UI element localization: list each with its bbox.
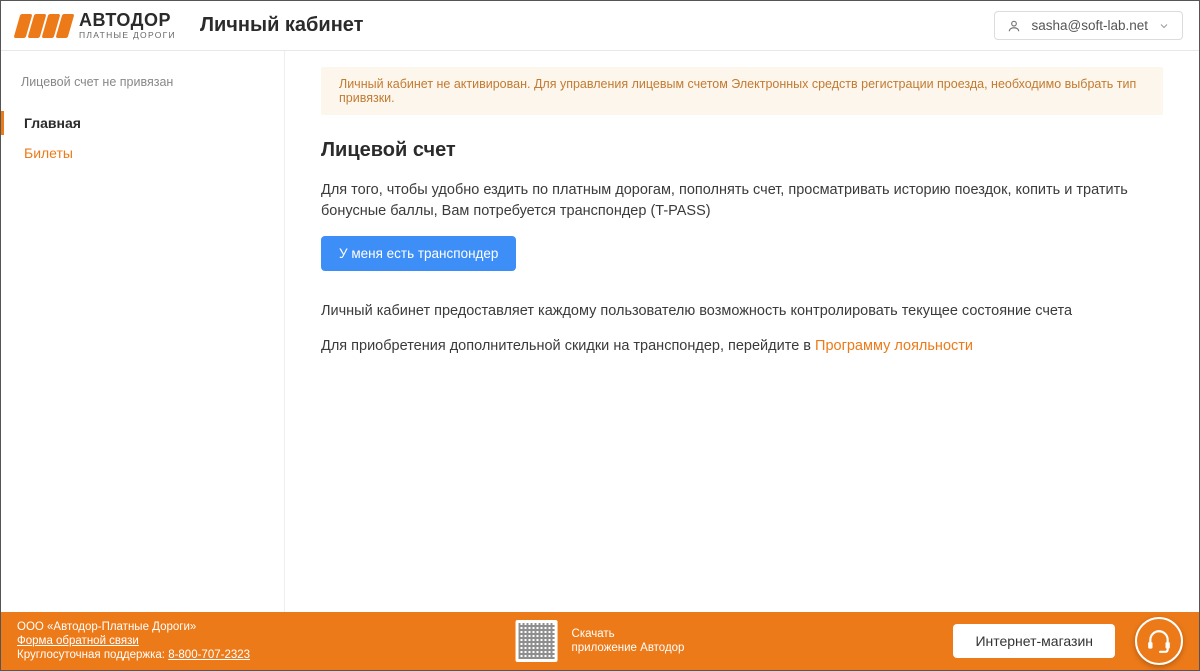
download-label: Скачать xyxy=(572,628,685,640)
nav-item-main[interactable]: Главная xyxy=(1,111,284,135)
nav-item-tickets[interactable]: Билеты xyxy=(1,141,284,165)
info-paragraph: Личный кабинет предоставляет каждому пол… xyxy=(285,301,1199,336)
logo-subtitle: ПЛАТНЫЕ ДОРОГИ xyxy=(79,31,176,40)
sidebar: Лицевой счет не привязан Главная Билеты xyxy=(1,51,285,612)
user-menu[interactable]: sasha@soft-lab.net xyxy=(994,11,1183,40)
have-transponder-button[interactable]: У меня есть транспондер xyxy=(321,236,516,271)
footer-company: ООО «Автодор-Платные Дороги» xyxy=(17,621,250,633)
intro-text: Для того, чтобы удобно ездить по платным… xyxy=(285,180,1199,236)
footer-middle: Скачать приложение Автодор xyxy=(516,620,685,662)
feedback-link[interactable]: Форма обратной связи xyxy=(17,635,250,647)
body: Лицевой счет не привязан Главная Билеты … xyxy=(1,51,1199,612)
activation-alert: Личный кабинет не активирован. Для управ… xyxy=(321,67,1163,115)
footer-right: Интернет-магазин xyxy=(953,617,1183,665)
chevron-down-icon xyxy=(1158,20,1170,32)
logo-stripes-icon xyxy=(17,14,71,38)
logo[interactable]: АВТОДОР ПЛАТНЫЕ ДОРОГИ xyxy=(17,11,176,40)
loyalty-link[interactable]: Программу лояльности xyxy=(815,338,973,354)
content: Личный кабинет не активирован. Для управ… xyxy=(285,51,1199,612)
header: АВТОДОР ПЛАТНЫЕ ДОРОГИ Личный кабинет sa… xyxy=(1,1,1199,51)
nav-item-label: Главная xyxy=(24,115,81,131)
footer-left: ООО «Автодор-Платные Дороги» Форма обрат… xyxy=(17,621,250,661)
headset-icon xyxy=(1146,628,1172,654)
support-prefix: Круглосуточная поддержка: xyxy=(17,649,168,661)
logo-text: АВТОДОР ПЛАТНЫЕ ДОРОГИ xyxy=(79,11,176,40)
user-icon xyxy=(1007,19,1021,33)
app-download[interactable]: Скачать приложение Автодор xyxy=(572,628,685,654)
sidebar-note: Лицевой счет не привязан xyxy=(1,67,284,111)
loyalty-paragraph: Для приобретения дополнительной скидки н… xyxy=(285,336,1199,371)
alert-text: Личный кабинет не активирован. Для управ… xyxy=(339,77,1136,105)
account-section: Лицевой счет Для того, чтобы удобно езди… xyxy=(285,139,1199,371)
user-email: sasha@soft-lab.net xyxy=(1031,18,1148,33)
qr-code-icon[interactable] xyxy=(516,620,558,662)
logo-title: АВТОДОР xyxy=(79,11,176,29)
support-line: Круглосуточная поддержка: 8-800-707-2323 xyxy=(17,649,250,661)
support-phone-link[interactable]: 8-800-707-2323 xyxy=(168,649,250,661)
section-heading: Лицевой счет xyxy=(285,139,1199,180)
store-button[interactable]: Интернет-магазин xyxy=(953,624,1115,658)
footer: ООО «Автодор-Платные Дороги» Форма обрат… xyxy=(1,612,1199,670)
help-fab[interactable] xyxy=(1135,617,1183,665)
loyalty-prefix: Для приобретения дополнительной скидки н… xyxy=(321,338,815,354)
nav-item-label: Билеты xyxy=(24,145,73,161)
app-name: приложение Автодор xyxy=(572,642,685,654)
page-title: Личный кабинет xyxy=(200,14,363,37)
